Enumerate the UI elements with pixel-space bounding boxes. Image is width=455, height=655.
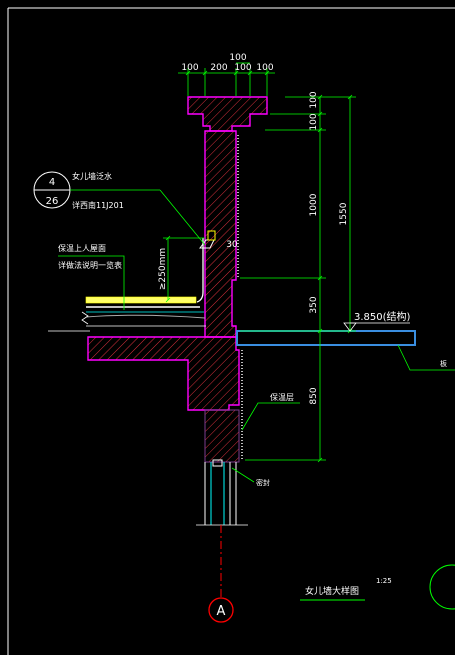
insulation-leader xyxy=(241,402,300,431)
flashing-note: 女儿墙泛水 xyxy=(72,171,112,181)
dim-top-2: 200 xyxy=(210,63,227,73)
dim-top-1: 100 xyxy=(181,63,198,73)
dim-right-6: 850 xyxy=(309,387,319,404)
dim-slope: ≥250mm xyxy=(158,248,168,290)
slab-cut-label: 板 xyxy=(440,359,447,368)
sealant-leader xyxy=(231,467,255,483)
right-dimensions xyxy=(240,94,356,463)
dim-top-5: 100 xyxy=(229,53,246,63)
flashing-ref-note: 详西南11J201 xyxy=(72,200,124,210)
roof-ref-note: 详做法说明一览表 xyxy=(58,260,122,270)
flashing-leader xyxy=(159,189,206,246)
parapet-wall xyxy=(87,96,268,463)
column-below xyxy=(196,459,248,526)
section-drawing: A 100 200 100 100 100 100 100 1000 1550 … xyxy=(7,7,455,655)
dim-right-3: 1000 xyxy=(309,193,319,216)
dim-top-4: 100 xyxy=(256,63,273,73)
dim-right-4: 1550 xyxy=(339,202,349,225)
detail-ref-number: 4 xyxy=(49,177,55,188)
axis-label: A xyxy=(217,604,226,619)
dim-right-2: 100 xyxy=(309,113,319,130)
dim-top-3: 100 xyxy=(234,63,251,73)
roof-layers xyxy=(81,296,206,327)
insulation-note: 保温层 xyxy=(270,392,294,402)
dim-step: 30 xyxy=(226,240,238,250)
elevation-label: 3.850(结构) xyxy=(354,310,411,323)
dim-right-1: 100 xyxy=(309,91,319,108)
next-detail-bubble xyxy=(429,564,455,610)
drawing-scale: 1:25 xyxy=(376,577,392,585)
slope-dimension xyxy=(163,235,205,303)
outer-slab xyxy=(236,330,416,346)
detail-ref-sheet: 26 xyxy=(46,196,59,207)
sealant-note: 密封 xyxy=(256,478,270,487)
dim-right-5: 350 xyxy=(309,296,319,313)
drawing-title: 女儿墙大样图 xyxy=(305,585,359,597)
roof-note: 保温上人屋面 xyxy=(58,243,106,253)
